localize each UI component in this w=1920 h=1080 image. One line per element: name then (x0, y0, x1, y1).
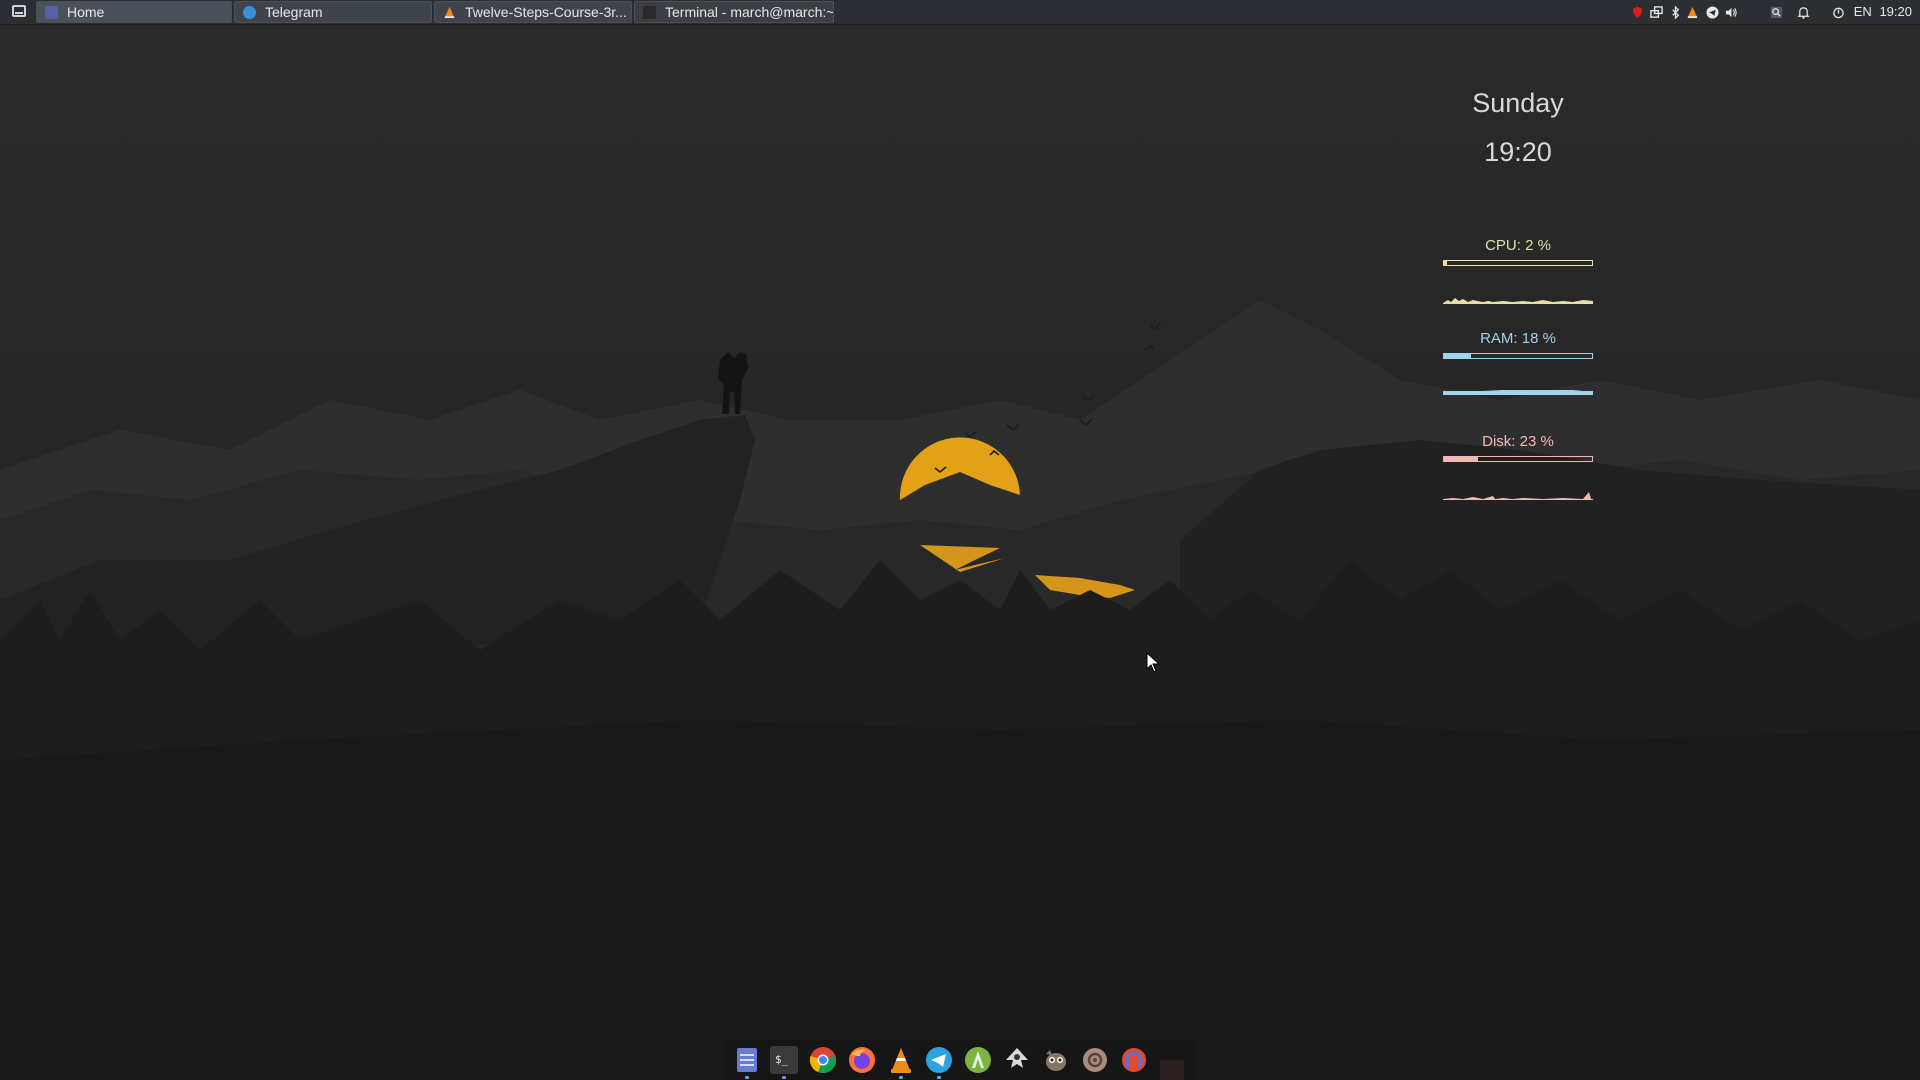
cpu-bar-fill (1444, 261, 1447, 265)
keyboard-layout[interactable]: EN (1854, 4, 1872, 19)
running-indicator (937, 1076, 941, 1079)
cpu-graph (1443, 298, 1593, 304)
ram-graph (1443, 390, 1593, 395)
volume-icon[interactable] (1725, 6, 1738, 19)
running-indicator (782, 1076, 786, 1079)
system-monitor-widget: Sunday 19:20 (1440, 84, 1596, 168)
task-terminal[interactable]: Terminal - march@march:~ (634, 1, 834, 23)
cpu-bar (1443, 260, 1593, 266)
android-studio-icon[interactable] (964, 1046, 992, 1074)
telegram-icon[interactable] (1706, 6, 1719, 19)
disk-graph (1443, 492, 1593, 500)
terminal-icon (643, 6, 656, 19)
ram-bar-fill (1444, 354, 1471, 358)
panel-time: 19:20 (1879, 4, 1912, 19)
disk-meter: Disk: 23 % (1443, 433, 1593, 500)
task-telegram[interactable]: Telegram (234, 1, 432, 23)
running-indicator (745, 1076, 749, 1079)
terminal-icon[interactable]: $_ (770, 1046, 798, 1074)
ram-meter: RAM: 18 % (1443, 330, 1593, 397)
podcast-icon[interactable] (1120, 1046, 1148, 1074)
shield-icon[interactable] (1631, 6, 1644, 19)
dock: $_ (724, 1040, 1196, 1080)
trash-icon[interactable] (1160, 1060, 1184, 1080)
telegram-icon (243, 6, 256, 19)
network-icon[interactable] (1650, 6, 1663, 19)
disk-bar-fill (1444, 457, 1479, 461)
file-manager-icon[interactable] (733, 1046, 761, 1074)
show-desktop-icon[interactable] (12, 5, 26, 17)
power-icon[interactable] (1832, 6, 1845, 19)
home-folder-icon (45, 6, 58, 19)
task-vlc[interactable]: Twelve-Steps-Course-3r... (434, 1, 632, 23)
settings-icon[interactable] (1081, 1046, 1109, 1074)
chrome-icon[interactable] (809, 1046, 837, 1074)
foreground (0, 720, 1920, 1080)
top-panel: Home Telegram Twelve-Steps-Course-3r... … (0, 0, 1920, 25)
disk-label: Disk: 23 % (1482, 433, 1554, 450)
panel-clock[interactable]: EN 19:20 (1854, 0, 1912, 25)
desktop-wallpaper (0, 0, 1920, 1080)
widget-day: Sunday (1472, 88, 1564, 118)
task-label: Terminal - march@march:~ (665, 4, 834, 20)
terminal-glyph: $_ (775, 1053, 789, 1066)
ram-bar (1443, 353, 1593, 359)
vlc-icon[interactable] (1686, 6, 1699, 19)
gimp-icon[interactable] (1042, 1046, 1070, 1074)
telegram-icon[interactable] (925, 1046, 953, 1074)
task-home[interactable]: Home (36, 1, 232, 23)
disk-bar (1443, 456, 1593, 462)
widget-time: 19:20 (1484, 137, 1552, 167)
ram-label: RAM: 18 % (1480, 330, 1556, 347)
mouse-cursor-icon (1146, 652, 1161, 673)
bell-icon[interactable] (1797, 6, 1810, 19)
inkscape-icon[interactable] (1003, 1046, 1031, 1074)
vlc-icon[interactable] (887, 1046, 915, 1074)
task-label: Home (67, 4, 105, 20)
task-label: Twelve-Steps-Course-3r... (465, 4, 627, 20)
bluetooth-icon[interactable] (1669, 6, 1682, 19)
search-icon[interactable] (1770, 6, 1783, 19)
task-label: Telegram (265, 4, 323, 20)
running-indicator (899, 1076, 903, 1079)
cpu-meter: CPU: 2 % (1443, 237, 1593, 304)
cpu-label: CPU: 2 % (1485, 237, 1551, 254)
firefox-icon[interactable] (848, 1046, 876, 1074)
vlc-icon (444, 6, 455, 19)
